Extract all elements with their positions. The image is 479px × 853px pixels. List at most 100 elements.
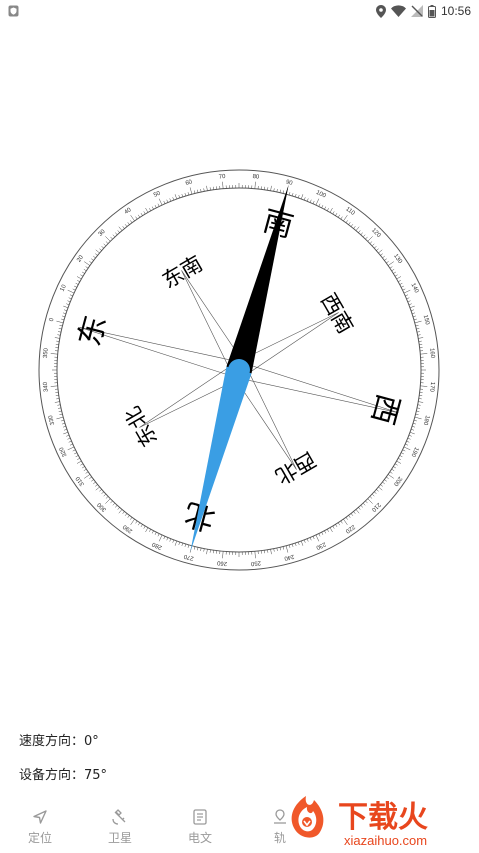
scale-tick <box>151 206 154 210</box>
scale-tick <box>405 443 409 446</box>
scale-tick <box>84 474 91 479</box>
scale-tick <box>63 309 67 311</box>
scale-tick <box>184 543 187 547</box>
scale-tick <box>412 426 416 428</box>
scale-tick <box>110 236 113 240</box>
scale-tick <box>306 198 309 202</box>
direction-label: 西南 <box>316 289 358 337</box>
scale-tick <box>387 474 394 479</box>
scale-tick <box>315 198 320 206</box>
scale-tick <box>355 226 360 231</box>
scale-tick <box>124 513 128 516</box>
scale-tick <box>350 513 354 516</box>
scale-tick <box>324 530 327 534</box>
nav-item-location[interactable]: 定位 <box>0 808 80 853</box>
scale-degree-label: 140 <box>409 282 419 294</box>
nav-item-message[interactable]: 电文 <box>160 808 240 853</box>
scale-tick <box>337 522 340 526</box>
scale-tick <box>143 525 146 529</box>
scale-tick <box>393 466 397 469</box>
scale-tick <box>89 476 92 479</box>
scale-degree-label: 120 <box>370 228 382 240</box>
scale-tick <box>371 243 375 247</box>
scale-tick <box>408 303 412 306</box>
scale-tick <box>335 524 338 528</box>
scale-tick <box>353 511 356 514</box>
scale-tick <box>332 525 335 529</box>
scale-tick <box>76 276 82 280</box>
scale-tick <box>76 460 82 464</box>
scale-tick <box>416 328 420 330</box>
scale-tick <box>371 493 375 497</box>
scale-tick <box>83 269 87 272</box>
scale-degree-label: 210 <box>370 501 382 513</box>
scale-tick <box>157 533 160 537</box>
watermark-brand-en: xiazaihuo.com <box>344 833 427 848</box>
scale-degree-label: 190 <box>409 446 419 458</box>
scale-tick <box>174 540 177 546</box>
scale-tick <box>291 543 294 547</box>
scale-tick <box>95 253 98 256</box>
scale-tick <box>360 232 363 235</box>
scale-tick <box>384 258 387 261</box>
scale-tick <box>203 188 205 192</box>
scale-tick <box>362 502 366 506</box>
flame-logo-icon <box>291 796 324 838</box>
scale-tick <box>95 249 100 254</box>
scale-tick <box>178 194 180 198</box>
scale-tick <box>222 551 224 559</box>
scale-tick <box>57 407 62 409</box>
scale-tick <box>81 466 85 469</box>
scale-tick <box>411 429 415 431</box>
scale-tick <box>59 413 63 415</box>
scale-degree-label: 10 <box>60 283 69 292</box>
scale-tick <box>327 529 329 532</box>
scale-tick <box>378 249 383 254</box>
scale-tick <box>149 208 151 211</box>
scale-tick <box>329 207 333 213</box>
scale-tick <box>414 320 422 324</box>
scale-tick <box>91 258 94 261</box>
scale-tick <box>376 489 379 492</box>
scale-tick <box>386 476 389 479</box>
scale-tick <box>77 280 80 282</box>
scale-tick <box>189 187 193 195</box>
scale-tick <box>62 426 66 428</box>
scale-tick <box>329 527 333 533</box>
scale-tick <box>340 520 343 524</box>
nav-item-satellite[interactable]: 卫星 <box>80 808 160 853</box>
scale-tick <box>402 449 406 452</box>
scale-degree-label: 130 <box>392 253 403 265</box>
scale-tick <box>282 190 284 194</box>
scale-tick <box>318 203 321 207</box>
scale-tick <box>59 325 63 327</box>
scale-tick <box>321 532 324 535</box>
scale-tick <box>391 468 395 471</box>
scale-tick <box>127 222 130 225</box>
scale-tick <box>187 192 190 196</box>
scale-tick <box>206 185 208 191</box>
scale-degree-label: 310 <box>75 475 86 487</box>
scale-tick <box>318 533 321 537</box>
scale-tick <box>273 188 275 192</box>
scale-tick <box>415 325 419 327</box>
scale-tick <box>67 446 75 451</box>
scale-tick <box>358 230 361 233</box>
scale-tick <box>417 334 421 336</box>
scale-tick <box>337 214 340 218</box>
scale-tick <box>158 198 163 206</box>
scale-tick <box>412 315 416 318</box>
scale-tick <box>101 491 104 494</box>
scale-tick <box>403 446 411 451</box>
scale-tick <box>405 294 409 297</box>
nav-label-satellite: 卫星 <box>107 831 132 845</box>
scale-tick <box>105 498 111 504</box>
scale-tick <box>335 212 338 216</box>
scale-degree-label: 230 <box>314 540 326 550</box>
scale-tick <box>365 500 368 504</box>
scale-tick <box>398 280 401 282</box>
scale-tick <box>54 401 60 403</box>
scale-tick <box>81 271 85 274</box>
scale-tick <box>389 266 393 269</box>
scale-tick <box>181 193 183 197</box>
